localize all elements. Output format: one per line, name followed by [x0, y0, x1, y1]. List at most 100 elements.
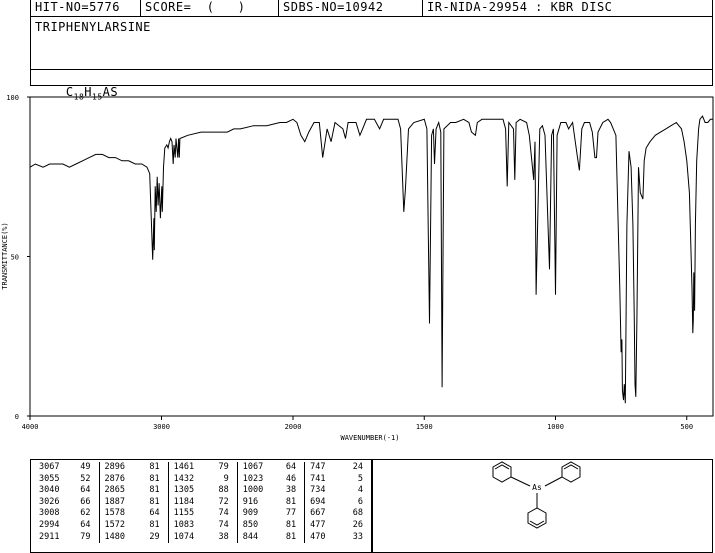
peak-transmittance: 29 [149, 531, 160, 542]
peak-transmittance: 24 [352, 462, 363, 472]
peak-wavenumber: 667 [304, 508, 337, 520]
peak-transmittance: 66 [80, 496, 91, 507]
peak-transmittance: 88 [218, 485, 229, 496]
peak-wavenumber: 1887 [98, 496, 132, 509]
peak-wavenumber: 2865 [98, 485, 132, 497]
peak-wavenumber: 3008 [39, 508, 60, 519]
peak-wavenumber: 3055 [39, 473, 60, 484]
x-tick-label: 4000 [22, 423, 39, 431]
peak-transmittance: 74 [218, 508, 229, 519]
peak-row: 2994 64 1572 81 1083 74 850 81 477 26 [34, 519, 371, 532]
peak-transmittance: 38 [285, 485, 297, 496]
peak-row: 3067 49 2896 81 1461 79 1067 64 747 24 [34, 462, 371, 474]
peak-transmittance: 81 [285, 496, 297, 507]
bond-left [510, 476, 531, 487]
plot-frame [29, 96, 714, 417]
peak-transmittance: 26 [352, 519, 363, 530]
peak-transmittance: 33 [352, 531, 363, 542]
x-tick-label: 2000 [285, 423, 302, 431]
peak-wavenumber: 844 [236, 531, 270, 544]
x-tick-label: 500 [680, 423, 693, 431]
peak-wavenumber: 850 [236, 519, 270, 532]
x-axis-label: WAVENUMBER(-1) [340, 434, 399, 442]
left-ring-inner-bonds [494, 464, 510, 470]
peak-wavenumber: 1155 [167, 508, 201, 520]
peak-transmittance: 68 [352, 508, 363, 519]
peak-transmittance: 81 [149, 519, 160, 530]
peak-transmittance: 52 [80, 473, 91, 484]
spectrum-line [29, 115, 713, 404]
peak-wavenumber: 1184 [167, 496, 201, 509]
y-axis-label: TRANSMITTANCE(%) [1, 222, 9, 289]
peak-row: 3026 66 1887 81 1184 72 916 81 694 6 [34, 496, 371, 509]
peak-wavenumber: 3040 [39, 485, 60, 496]
peak-list-box: 3067 49 2896 81 1461 79 1067 64 747 24 3055 52 2876 8… [30, 459, 372, 553]
peak-transmittance: 6 [357, 496, 363, 507]
peak-wavenumber: 734 [304, 485, 337, 497]
peak-transmittance: 81 [285, 531, 297, 542]
bottom-ring-inner-bonds [529, 520, 545, 526]
peak-transmittance: 38 [218, 531, 229, 542]
peak-transmittance: 46 [285, 473, 297, 484]
bond-right [544, 476, 563, 487]
peak-transmittance: 79 [218, 462, 229, 472]
peak-wavenumber: 916 [236, 496, 270, 509]
peak-transmittance: 81 [149, 485, 160, 496]
x-tick-label: 3000 [153, 423, 170, 431]
peak-wavenumber: 1305 [167, 485, 201, 497]
y-tick-label: 50 [11, 254, 19, 262]
peak-wavenumber: 477 [304, 519, 337, 532]
peak-transmittance: 64 [80, 485, 91, 496]
peak-transmittance: 5 [357, 473, 363, 484]
peak-transmittance: 9 [223, 473, 229, 484]
peak-wavenumber: 470 [304, 531, 337, 544]
x-tick-label: 1500 [416, 423, 433, 431]
peak-wavenumber: 1000 [236, 485, 270, 497]
peak-row: 3055 52 2876 81 1432 9 1023 46 741 5 [34, 473, 371, 486]
peak-transmittance: 64 [149, 508, 160, 519]
ir-spectrum-chart: 4000 3000 2000 1500 1000 500 0 50 100 TRANSMITTA… [1, 94, 714, 442]
peak-row: 3008 62 1578 64 1155 74 909 77 667 68 [34, 508, 371, 520]
arsenic-atom-label: As [532, 483, 542, 492]
peak-wavenumber: 1572 [98, 519, 132, 532]
peak-wavenumber: 2896 [98, 462, 132, 474]
peak-transmittance: 77 [285, 508, 297, 519]
peak-row: 3040 64 2865 81 1305 88 1000 38 734 4 [34, 485, 371, 497]
peak-wavenumber: 1432 [167, 473, 201, 486]
peak-row: 2911 79 1480 29 1074 38 844 81 470 33 [34, 531, 371, 544]
peak-transmittance: 81 [149, 462, 160, 472]
peak-wavenumber: 2994 [39, 519, 60, 530]
right-ring-inner-bonds [563, 464, 579, 470]
peak-transmittance: 4 [357, 485, 363, 496]
peak-transmittance: 81 [149, 473, 160, 484]
peak-wavenumber: 3026 [39, 496, 60, 507]
peak-transmittance: 74 [218, 519, 229, 530]
peak-wavenumber: 1074 [167, 531, 201, 544]
peak-transmittance: 81 [149, 496, 160, 507]
peak-wavenumber: 1480 [98, 531, 132, 544]
peak-wavenumber: 741 [304, 473, 337, 486]
x-tick-label: 1000 [547, 423, 564, 431]
peak-transmittance: 72 [218, 496, 229, 507]
peak-transmittance: 64 [80, 519, 91, 530]
peak-wavenumber: 1461 [167, 462, 201, 474]
peak-table: 3067 49 2896 81 1461 79 1067 64 747 24 3055 52 2876 8… [34, 462, 371, 544]
peak-wavenumber: 3067 [39, 462, 60, 472]
peak-transmittance: 79 [80, 531, 91, 542]
peak-transmittance: 81 [285, 519, 297, 530]
axis-ticks: 4000 3000 2000 1500 1000 500 0 50 100 [6, 94, 693, 431]
triphenylarsine-structure: As [492, 461, 581, 529]
peak-wavenumber: 1067 [236, 462, 270, 474]
peak-wavenumber: 1083 [167, 519, 201, 532]
peak-wavenumber: 2876 [98, 473, 132, 486]
peak-transmittance: 62 [80, 508, 91, 519]
y-tick-label: 0 [15, 413, 19, 421]
structure-box: As [372, 459, 713, 553]
y-tick-label: 100 [6, 94, 19, 102]
peak-transmittance: 49 [80, 462, 91, 472]
peak-wavenumber: 2911 [39, 531, 60, 542]
peak-transmittance: 64 [285, 462, 297, 472]
peak-wavenumber: 1578 [98, 508, 132, 520]
peak-wavenumber: 694 [304, 496, 337, 509]
peak-wavenumber: 1023 [236, 473, 270, 486]
